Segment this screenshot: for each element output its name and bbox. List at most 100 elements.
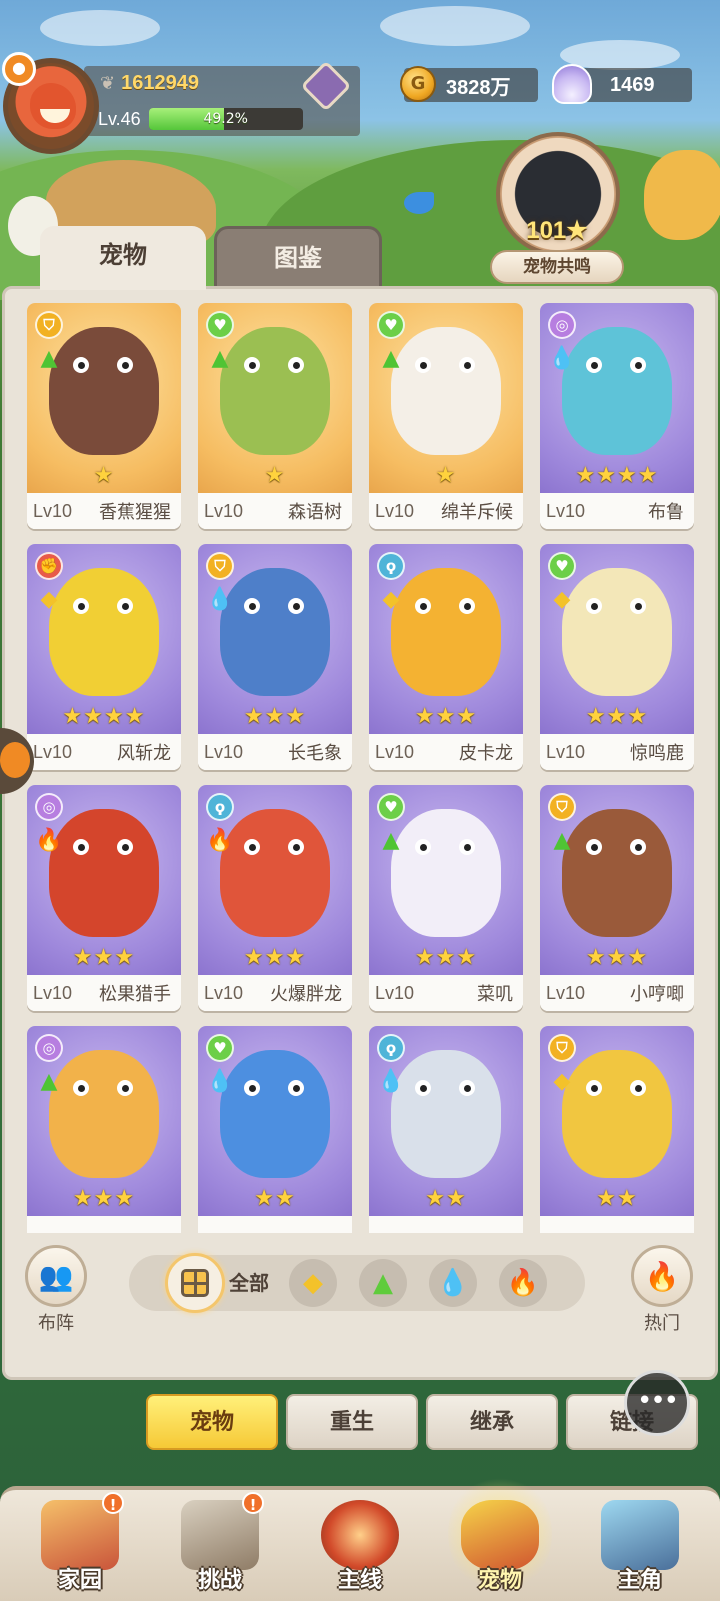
rarity-fist-icon: ✊ (35, 552, 63, 580)
rarity-heart-icon: ♥ (548, 552, 576, 580)
water-element-icon[interactable]: 💧 (429, 1259, 477, 1307)
formation-button[interactable]: 👥 布阵 (23, 1245, 89, 1335)
pet-creature-image (220, 327, 330, 455)
pet-stars: ★★★ (414, 945, 478, 970)
filter-all-label[interactable]: 全部 (229, 1255, 269, 1311)
pet-portrait: ◎ 🔥 ★★★ (27, 785, 181, 975)
pet-card-footer (540, 1216, 694, 1233)
pet-stars: ★ (435, 463, 457, 488)
pet-level: Lv10 (546, 500, 586, 521)
player-info-bar[interactable]: ❦ 1612949 Lv.46 49.2% (84, 60, 360, 136)
coin-counter[interactable]: G 3828万 (400, 66, 538, 102)
pet-creature-image (562, 809, 672, 937)
pet-stars: ★★★ (585, 945, 649, 970)
pet-name: 小哼唧 (630, 984, 684, 1005)
pet-portrait: ⛉ ▲ ★ (27, 303, 181, 493)
shell-counter[interactable]: 1469 (552, 64, 692, 104)
combat-power: 1612949 (121, 72, 199, 94)
pet-card[interactable]: ♥ ▲ ★ Lv10 森语树 (198, 303, 352, 529)
rarity-hook-icon: ϙ (377, 552, 405, 580)
earth-element-icon: ◆ (40, 587, 58, 612)
pumpkin-badge-icon[interactable]: ● (2, 52, 36, 86)
pet-name: 菜叽 (477, 984, 513, 1005)
pet-stars: ★★ (254, 1186, 296, 1211)
pet-card[interactable]: ♥ ▲ ★ Lv10 绵羊斥候 (369, 303, 523, 529)
pet-stars: ★★ (425, 1186, 467, 1211)
hero-icon (601, 1500, 679, 1570)
pet-card-footer (27, 1216, 181, 1233)
leaf-element-icon[interactable]: ▲ (359, 1259, 407, 1307)
pet-portrait: ♥ ▲ ★ (198, 303, 352, 493)
pet-creature-image (391, 1050, 501, 1178)
leaf-element-icon: ▲ (553, 828, 571, 853)
rarity-shield-icon: ⛉ (206, 552, 234, 580)
pet-card[interactable]: ϙ 💧 ★★ (369, 1026, 523, 1233)
flame-icon: 🔥 (631, 1245, 693, 1307)
leaf-element-icon: ▲ (382, 828, 400, 853)
pet-portrait: ♥ ▲ ★★★ (369, 785, 523, 975)
nav-hero[interactable]: 主角 (582, 1496, 698, 1600)
hot-button[interactable]: 🔥 热门 (629, 1245, 695, 1335)
chat-icon[interactable]: ••• (624, 1370, 690, 1436)
nav-home[interactable]: ! 家园 (22, 1492, 138, 1600)
pet-stars: ★★★ (72, 1186, 136, 1211)
nav-challenge[interactable]: ! 挑战 (162, 1492, 278, 1600)
pet-card-footer: Lv10 皮卡龙 (369, 734, 523, 770)
pet-stars: ★★★ (243, 704, 307, 729)
pet-creature-image (49, 568, 159, 696)
pet-level: Lv10 (546, 982, 586, 1003)
star-icon: ★ (566, 217, 588, 244)
pet-card[interactable]: ⛉ ▲ ★★★ Lv10 小哼唧 (540, 785, 694, 1011)
inherit-button[interactable]: 继承 (426, 1394, 558, 1450)
earth-element-icon: ◆ (382, 587, 400, 612)
notification-badge: ! (102, 1492, 124, 1514)
pet-name: 惊鸣鹿 (630, 743, 684, 764)
pet-card-footer: Lv10 布鲁 (540, 493, 694, 529)
tab-codex[interactable]: 图鉴 (214, 226, 382, 290)
pet-card[interactable]: ✊ ◆ ★★★★ Lv10 风斩龙 (27, 544, 181, 770)
nav-main-line[interactable]: 主线 (302, 1496, 418, 1600)
pet-creature-image (220, 1050, 330, 1178)
pet-portrait: ♥ 💧 ★★ (198, 1026, 352, 1216)
shell-amount: 1469 (610, 73, 655, 96)
nav-pets[interactable]: 宠物 (442, 1474, 558, 1600)
pet-creature-image (562, 568, 672, 696)
pet-card[interactable]: ♥ 💧 ★★ (198, 1026, 352, 1233)
pet-card[interactable]: ⛉ ▲ ★ Lv10 香蕉猩猩 (27, 303, 181, 529)
rank-emblem-icon[interactable] (300, 60, 352, 112)
filter-all-button[interactable] (165, 1253, 225, 1313)
pet-card-footer (198, 1216, 352, 1233)
pet-card-footer: Lv10 火爆胖龙 (198, 975, 352, 1011)
pet-card[interactable]: ϙ 🔥 ★★★ Lv10 火爆胖龙 (198, 785, 352, 1011)
pet-card[interactable]: ⛉ 💧 ★★★ Lv10 长毛象 (198, 544, 352, 770)
nav-challenge-label: 挑战 (197, 1568, 242, 1593)
bottom-nav: ! 家园 ! 挑战 主线 宠物 主角 (0, 1474, 720, 1601)
pet-name: 绵羊斥候 (441, 502, 513, 523)
pet-portrait: ♥ ◆ ★★★ (540, 544, 694, 734)
pet-card-footer: Lv10 小哼唧 (540, 975, 694, 1011)
pet-card[interactable]: ◎ 💧 ★★★★ Lv10 布鲁 (540, 303, 694, 529)
pet-card[interactable]: ◎ 🔥 ★★★ Lv10 松果猎手 (27, 785, 181, 1011)
earth-element-icon[interactable]: ◆ (289, 1259, 337, 1307)
pet-card[interactable]: ϙ ◆ ★★★ Lv10 皮卡龙 (369, 544, 523, 770)
pet-card[interactable]: ♥ ▲ ★★★ Lv10 菜叽 (369, 785, 523, 1011)
pets-action-button[interactable]: 宠物 (146, 1394, 278, 1450)
pet-card[interactable]: ⛉ ◆ ★★ (540, 1026, 694, 1233)
pet-creature-image (562, 1050, 672, 1178)
pet-card[interactable]: ◎ ▲ ★★★ (27, 1026, 181, 1233)
pet-portrait: ⛉ ▲ ★★★ (540, 785, 694, 975)
pet-card-footer (369, 1216, 523, 1233)
fire-element-icon[interactable]: 🔥 (499, 1259, 547, 1307)
pet-card[interactable]: ♥ ◆ ★★★ Lv10 惊鸣鹿 (540, 544, 694, 770)
rebirth-button[interactable]: 重生 (286, 1394, 418, 1450)
water-element-icon: 💧 (206, 1069, 234, 1094)
rarity-shield-icon: ⛉ (548, 793, 576, 821)
nav-main-line-label: 主线 (337, 1568, 382, 1593)
pet-creature-image (391, 568, 501, 696)
pet-resonance-button[interactable]: 101★ 宠物共鸣 (482, 128, 632, 288)
rarity-shield-icon: ⛉ (35, 311, 63, 339)
pet-grid[interactable]: ⛉ ▲ ★ Lv10 香蕉猩猩 ♥ ▲ ★ Lv10 森语树 ♥ ▲ ★ Lv10 绵羊斥候 ◎ 💧 ★★★★ Lv… (17, 303, 713, 1233)
avatar-dragon-icon (30, 83, 76, 129)
tab-pets[interactable]: 宠物 (40, 226, 206, 290)
pet-card-footer: Lv10 长毛象 (198, 734, 352, 770)
